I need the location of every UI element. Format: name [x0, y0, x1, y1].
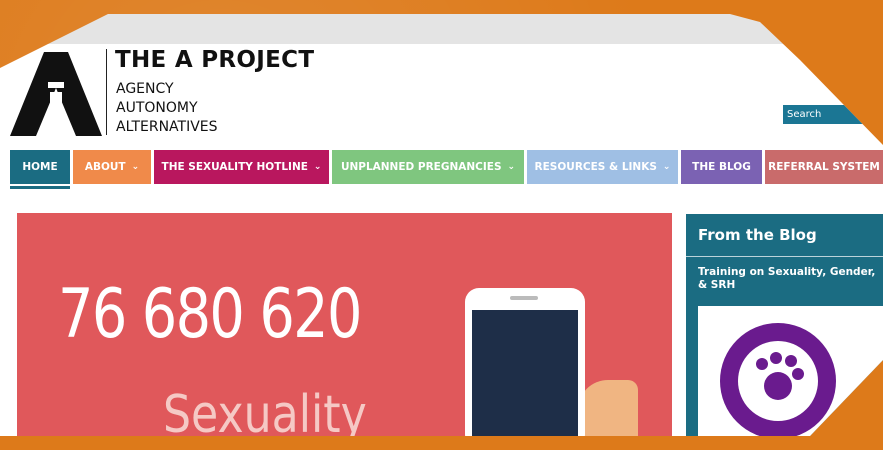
hotline-number: 76 680 620 [58, 275, 363, 354]
chevron-down-icon: ⌄ [131, 162, 140, 172]
nav-resources-label: RESOURCES & LINKS [534, 161, 657, 173]
tagline-autonomy: AUTONOMY [116, 100, 198, 116]
nav-sexuality-hotline[interactable]: THE SEXUALITY HOTLINE ⌄ [154, 150, 329, 184]
logo-divider [106, 49, 107, 135]
hero-subtitle: Sexuality [163, 385, 367, 445]
chevron-down-icon: ⌄ [507, 162, 516, 172]
nav-unplanned-pregnancies[interactable]: UNPLANNED PREGNANCIES ⌄ [332, 150, 524, 184]
blog-post-link[interactable]: Training on Sexuality, Gender, & SRH [698, 266, 883, 292]
hand-illustration [578, 380, 638, 436]
a-project-logo[interactable] [10, 52, 102, 136]
nav-blog-label: THE BLOG [692, 161, 751, 173]
site-title[interactable]: THE A PROJECT [115, 47, 314, 73]
nav-referral-label: REFERRAL SYSTEM [768, 161, 880, 173]
nav-about[interactable]: ABOUT ⌄ [73, 150, 151, 184]
nav-home-label: HOME [22, 161, 58, 173]
chevron-down-icon: ⌄ [662, 162, 671, 172]
nav-referral-system[interactable]: REFERRAL SYSTEM [765, 150, 883, 184]
browser-frame: THE A PROJECT AGENCY AUTONOMY ALTERNATIV… [0, 14, 883, 436]
nav-home[interactable]: HOME [10, 150, 70, 184]
nav-resources-links[interactable]: RESOURCES & LINKS ⌄ [527, 150, 678, 184]
active-tab-indicator [10, 186, 70, 189]
phone-screen [472, 310, 578, 436]
sidebar-title: From the Blog [698, 226, 817, 244]
phone-speaker [510, 296, 538, 300]
nav-the-blog[interactable]: THE BLOG [681, 150, 762, 184]
tagline-agency: AGENCY [116, 81, 174, 97]
chevron-down-icon: ⌄ [313, 162, 322, 172]
tagline-alternatives: ALTERNATIVES [116, 119, 218, 135]
nav-about-label: ABOUT [84, 161, 126, 173]
nav-hotline-label: THE SEXUALITY HOTLINE [161, 161, 308, 173]
sidebar-divider [686, 256, 883, 257]
nav-pregnancies-label: UNPLANNED PREGNANCIES [340, 161, 502, 173]
